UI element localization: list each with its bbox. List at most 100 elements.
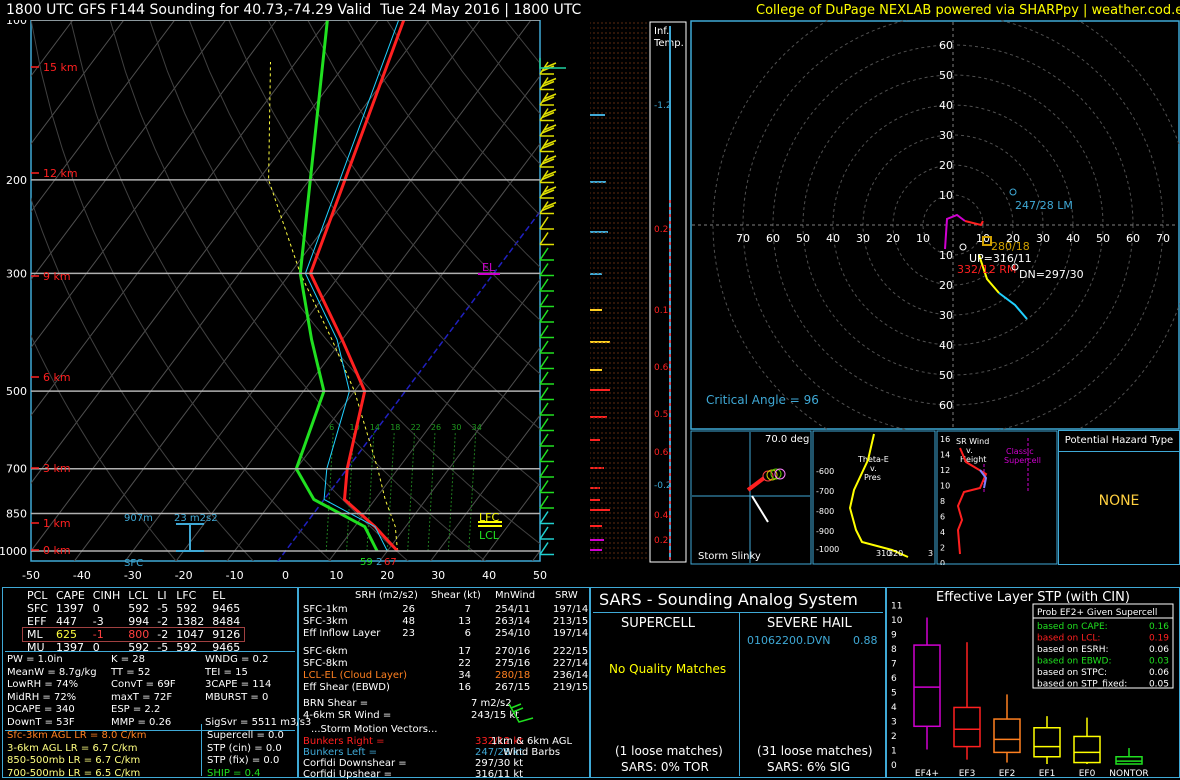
stp-box	[913, 644, 941, 728]
stp-y-label: 0	[891, 761, 897, 771]
kinematic-cell: 275/16	[495, 658, 531, 669]
wind-barb	[539, 108, 557, 122]
parcel-cell: SFC	[27, 602, 48, 615]
stp-category: EF4+	[915, 769, 939, 777]
srw-y-label: 8	[940, 497, 945, 506]
wind-barb	[539, 526, 554, 540]
dry-adiabat	[70, 20, 409, 561]
wind-barb	[539, 263, 554, 277]
index-line: 3CAPE = 114	[205, 679, 272, 690]
hodo-y-label: 30	[939, 309, 953, 322]
hodo-y-label: 60	[939, 39, 953, 52]
kinematic-cell: 34	[458, 670, 471, 681]
index-line: TEI = 15	[205, 666, 248, 678]
parcel-cell: MU	[27, 641, 45, 654]
sars-supercell-title: SUPERCELL	[621, 616, 695, 631]
temp-axis-label: 50	[533, 569, 547, 582]
wind-barb	[539, 340, 554, 354]
dry-adiabat	[31, 334, 177, 561]
lm-label: 247/28 LM	[1015, 199, 1073, 212]
wind-barb	[539, 449, 554, 463]
index-line: PW = 1.0in	[7, 654, 63, 665]
kinematic-cell: 1km & 6km AGL Wind Barbs	[491, 736, 573, 758]
stp-y-label: 6	[891, 674, 897, 684]
wind-barb	[539, 402, 554, 416]
parcel-header: LI	[157, 589, 167, 602]
index-line: TT = 52	[111, 666, 151, 678]
kinematic-cell: LCL-EL (Cloud Layer)	[303, 670, 408, 681]
pressure-label: 200	[6, 174, 27, 187]
stp-y-label: 3	[891, 718, 897, 728]
stp-prob-label: based on ESRH:	[1037, 645, 1109, 655]
stp-prob-label: based on EBWD:	[1037, 657, 1112, 667]
parcel-cell: 8484	[212, 615, 241, 628]
temperature-trace	[308, 20, 406, 553]
lm-marker	[1009, 188, 1017, 196]
mixing-ratio-label: 30	[451, 423, 461, 432]
parcel-row: ML 625 -1 800 -2 1047 9126	[21, 627, 246, 642]
wind-barb	[539, 247, 554, 261]
hodo-y-label: 10	[939, 189, 953, 202]
kinematic-cell: 219/15	[553, 682, 589, 693]
infl-value: 0.4	[654, 511, 669, 521]
stp-prob-label: based on CAPE:	[1037, 622, 1108, 632]
parcel-cell: -1	[92, 628, 104, 641]
kinematic-cell: SRW	[555, 590, 578, 601]
sars-hail-match: 01062200.DVN	[747, 634, 831, 647]
svg-text:SR Wind: SR Wind	[956, 437, 989, 446]
mixing-ratio-line	[386, 433, 395, 552]
hodo-y-label: 50	[939, 69, 953, 82]
wind-barb	[539, 123, 557, 137]
isotherm	[31, 20, 379, 484]
hodo-x-label: 30	[1036, 232, 1050, 245]
parcel-cell: 592	[128, 602, 150, 615]
kinematic-cell: 197/14	[553, 628, 589, 639]
wind-barb	[539, 92, 557, 106]
parcel-header: CAPE	[56, 589, 85, 602]
hodo-x-label: 50	[1096, 232, 1110, 245]
parcel-cell: 9465	[212, 602, 241, 615]
hazard-value: NONE	[1098, 493, 1140, 509]
wind-barb	[539, 278, 554, 292]
isotherm	[226, 142, 540, 561]
svg-text:v.: v.	[966, 446, 973, 455]
wind-barb	[539, 433, 554, 447]
hodo-y-label: 50	[939, 369, 953, 382]
parcel-cell: 592	[176, 602, 198, 615]
wind-barb	[539, 418, 554, 432]
stp-category: EF2	[999, 769, 1016, 777]
isotherm	[0, 20, 22, 562]
index-line: MBURST = 0	[205, 691, 269, 703]
sfc-td-value: 59	[360, 557, 373, 568]
el-label: EL	[482, 261, 496, 274]
infl-value: -0.2	[654, 481, 672, 491]
hodo-x-label: 50	[796, 232, 810, 245]
temp-axis-label: 30	[431, 569, 445, 582]
index-line: STP (fix) = 0.0	[207, 755, 280, 766]
hodo-trace-3-6	[964, 220, 984, 227]
height-label: 3 km	[43, 462, 71, 475]
rm-label: 332/12 RM	[957, 263, 1016, 276]
wind-barb	[539, 139, 557, 153]
infl-value: 0.6	[654, 363, 669, 373]
svg-text:Supercell: Supercell	[1004, 456, 1041, 465]
infl-title1: Inf.	[654, 26, 669, 37]
height-label: 9 km	[43, 270, 71, 283]
mixing-ratio-label: 34	[472, 423, 482, 432]
kinematic-cell: Eff Inflow Layer	[303, 628, 381, 639]
kinematic-cell: 16	[458, 682, 471, 693]
kinematic-cell: 7	[464, 604, 471, 615]
inflow-base-label: 907m	[124, 513, 153, 524]
infl-value: 0.5	[654, 410, 668, 420]
hodo-x-label: 30	[856, 232, 870, 245]
critical-angle: Critical Angle = 96	[706, 393, 819, 407]
parcel-cell: 1047	[176, 628, 205, 641]
height-label: 15 km	[43, 61, 78, 74]
parcel-cell: 0	[92, 641, 100, 654]
sfc-label: SFC	[124, 558, 143, 569]
wind-barb	[539, 542, 554, 556]
kinematic-cell: SRH (m2/s2)	[355, 590, 418, 601]
wind-barb	[539, 356, 554, 370]
wind-barb	[539, 154, 557, 168]
mixing-ratio-label: 18	[390, 423, 400, 432]
